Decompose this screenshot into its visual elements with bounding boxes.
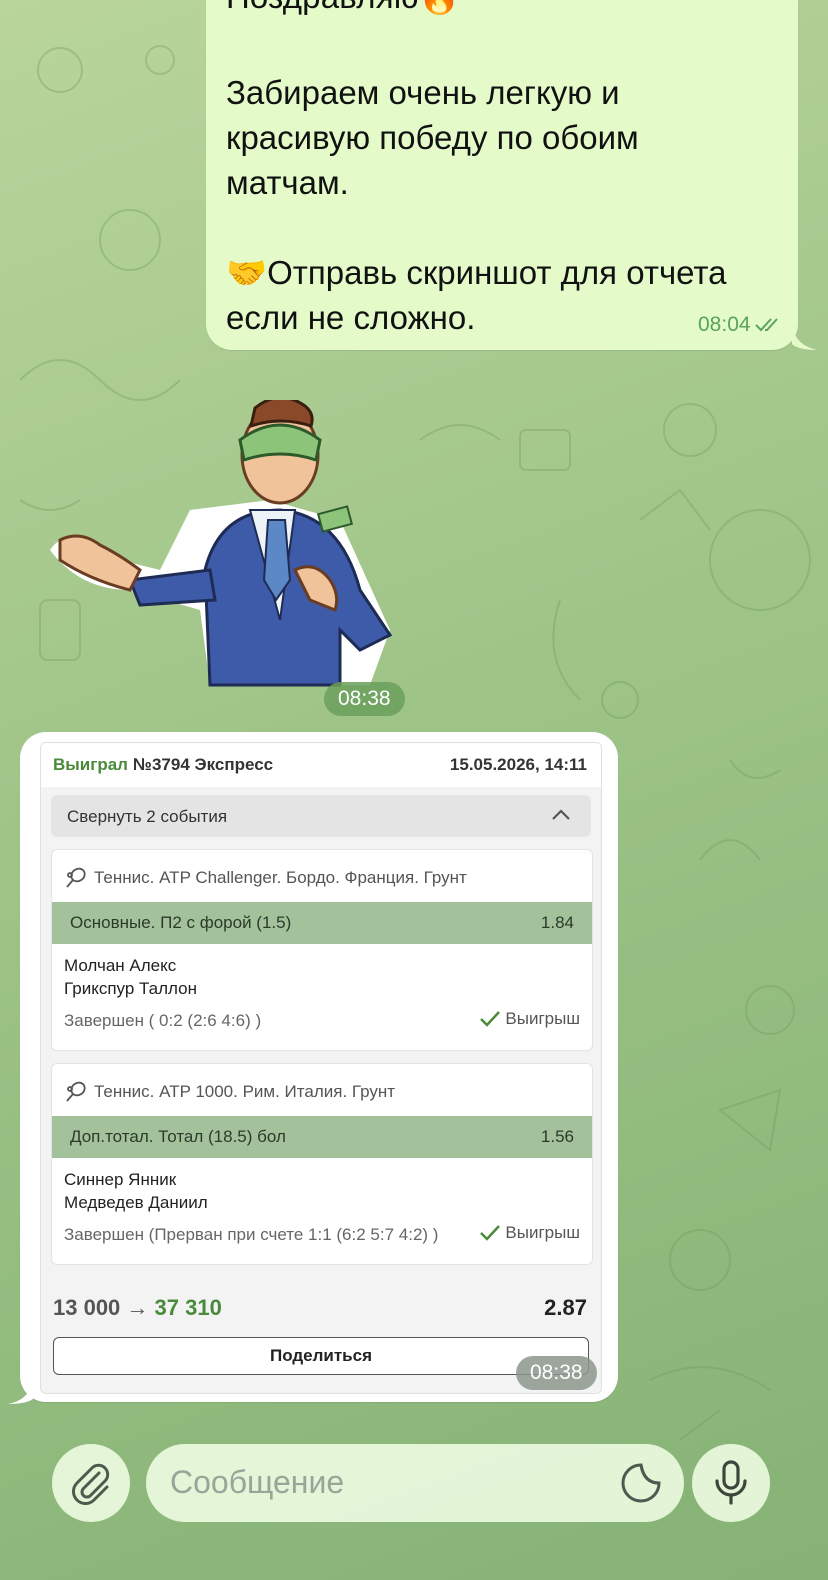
collapse-events-button[interactable]: Свернуть 2 события	[51, 795, 591, 837]
event-result-label: Выигрыш	[505, 1223, 580, 1242]
paperclip-icon	[72, 1463, 110, 1505]
sticker-time: 08:38	[324, 682, 405, 716]
bet-status: Выиграл	[53, 755, 128, 774]
bet-coefficient: 2.87	[544, 1295, 587, 1320]
attach-button[interactable]	[52, 1444, 130, 1522]
message-meta: 08:04	[698, 313, 785, 337]
event-card: Теннис. ATP Challenger. Бордо. Франция. …	[51, 849, 593, 1051]
event-status: Завершен (Прерван при счете 1:1 (6:2 5:7…	[64, 1225, 439, 1244]
message-header-text: Поздравляю🔥	[226, 0, 460, 17]
incoming-message-time: 08:38	[516, 1356, 597, 1390]
bet-totals: 13 000 → 37 310	[53, 1295, 222, 1321]
collapse-label: Свернуть 2 события	[67, 807, 228, 826]
event-sport: Теннис. ATP Challenger. Бордо. Франция. …	[94, 868, 467, 887]
event-market-bar: Доп.тотал. Тотал (18.5) бол 1.56	[52, 1116, 592, 1158]
event-team-2: Грикспур Таллон	[64, 979, 197, 998]
bet-slip-screenshot[interactable]: Выиграл №3794 Экспресс 15.05.2026, 14:11…	[40, 742, 602, 1394]
event-odds: 1.84	[540, 913, 574, 932]
bet-payout: 37 310	[154, 1295, 222, 1320]
bet-stake: 13 000	[53, 1295, 121, 1320]
bet-number: №3794 Экспресс	[133, 755, 274, 774]
microphone-icon	[715, 1460, 747, 1505]
voice-record-button[interactable]	[692, 1444, 770, 1522]
sticker-businessman-money-blindfold[interactable]	[40, 400, 410, 690]
event-team-1: Синнер Янник	[64, 1170, 177, 1189]
event-team-1: Молчан Алекс	[64, 956, 177, 975]
event-market: Доп.тотал. Тотал (18.5) бол	[70, 1127, 286, 1146]
checkmark-icon	[480, 1011, 501, 1027]
event-market-bar: Основные. П2 с форой (1.5) 1.84	[52, 902, 592, 944]
checkmark-icon	[480, 1225, 501, 1241]
double-check-icon	[754, 318, 778, 332]
event-sport-row: Теннис. ATP Challenger. Бордо. Франция. …	[64, 866, 467, 890]
chevron-up-icon	[552, 809, 570, 820]
bubble-tail	[8, 1378, 34, 1404]
arrow-icon: →	[126, 1295, 149, 1320]
sticker-icon[interactable]	[620, 1462, 662, 1504]
event-result-label: Выигрыш	[505, 1009, 580, 1028]
message-time: 08:04	[698, 313, 751, 336]
message-input[interactable]: Сообщение	[146, 1444, 684, 1522]
event-team-2: Медведев Даниил	[64, 1193, 208, 1212]
event-sport: Теннис. ATP 1000. Рим. Италия. Грунт	[94, 1082, 396, 1101]
tennis-racket-icon	[66, 867, 86, 888]
event-sport-row: Теннис. ATP 1000. Рим. Италия. Грунт	[64, 1080, 395, 1104]
event-card: Теннис. ATP 1000. Рим. Италия. Грунт Доп…	[51, 1063, 593, 1265]
message-input-placeholder: Сообщение	[170, 1464, 345, 1500]
bubble-tail	[792, 326, 818, 350]
event-result: Выигрыш	[479, 1223, 580, 1243]
event-market: Основные. П2 с форой (1.5)	[70, 913, 292, 932]
message-text: Забираем очень легкую и красивую победу …	[226, 74, 727, 336]
event-odds: 1.56	[540, 1127, 574, 1146]
event-result: Выигрыш	[479, 1009, 580, 1029]
bet-date: 15.05.2026, 14:11	[449, 755, 587, 774]
event-status: Завершен ( 0:2 (2:6 4:6) )	[64, 1011, 262, 1030]
bet-header: Выиграл №3794 Экспресс 15.05.2026, 14:11	[41, 743, 601, 787]
tennis-racket-icon	[66, 1081, 86, 1102]
share-button[interactable]: Поделиться	[53, 1337, 589, 1375]
